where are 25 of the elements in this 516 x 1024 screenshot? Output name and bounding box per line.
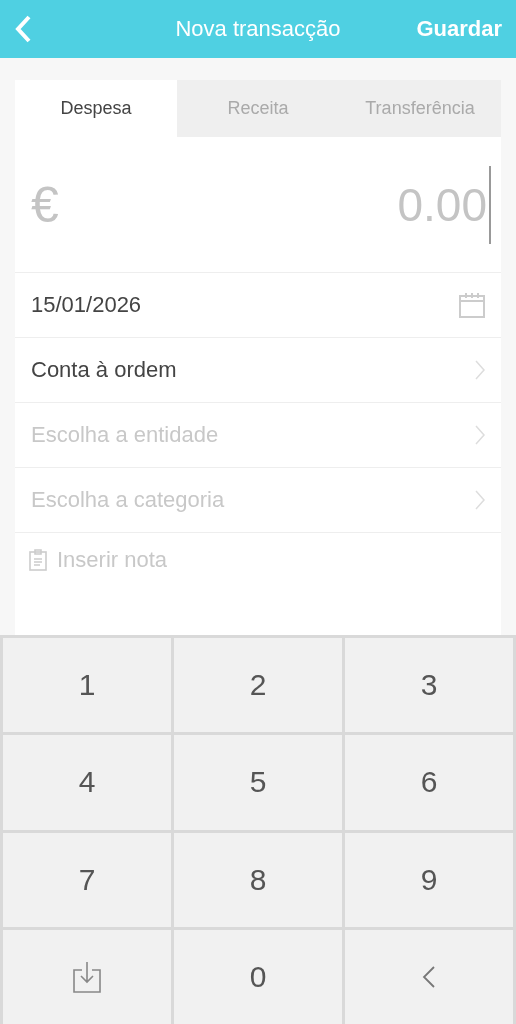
select-field[interactable]: Conta à ordem [15,338,501,403]
date-field[interactable]: 15/01/2026 [15,273,501,338]
currency-symbol: € [31,175,59,234]
chevron-right-icon [475,360,485,380]
digit-key[interactable]: 0 [174,929,342,1024]
calendar-icon [459,292,485,318]
digit-key[interactable]: 7 [3,832,171,927]
backspace-key[interactable] [345,929,513,1024]
backspace-icon [422,964,436,989]
digit-key[interactable]: 8 [174,832,342,927]
chevron-right-icon [475,490,485,510]
clipboard-icon [29,549,47,571]
chevron-right-icon [475,425,485,445]
import-key[interactable] [3,929,171,1024]
digit-key[interactable]: 5 [174,735,342,830]
screen-title: Nova transacção [175,16,341,41]
digit-key[interactable]: 1 [3,638,171,733]
digit-key[interactable]: 6 [345,735,513,830]
type-tab[interactable]: Despesa [15,80,177,137]
digit-key[interactable]: 3 [345,638,513,733]
digit-key[interactable]: 2 [174,638,342,733]
digit-key[interactable]: 4 [3,735,171,830]
back-icon [14,14,32,44]
download-icon [73,960,101,993]
digit-key[interactable]: 9 [345,832,513,927]
